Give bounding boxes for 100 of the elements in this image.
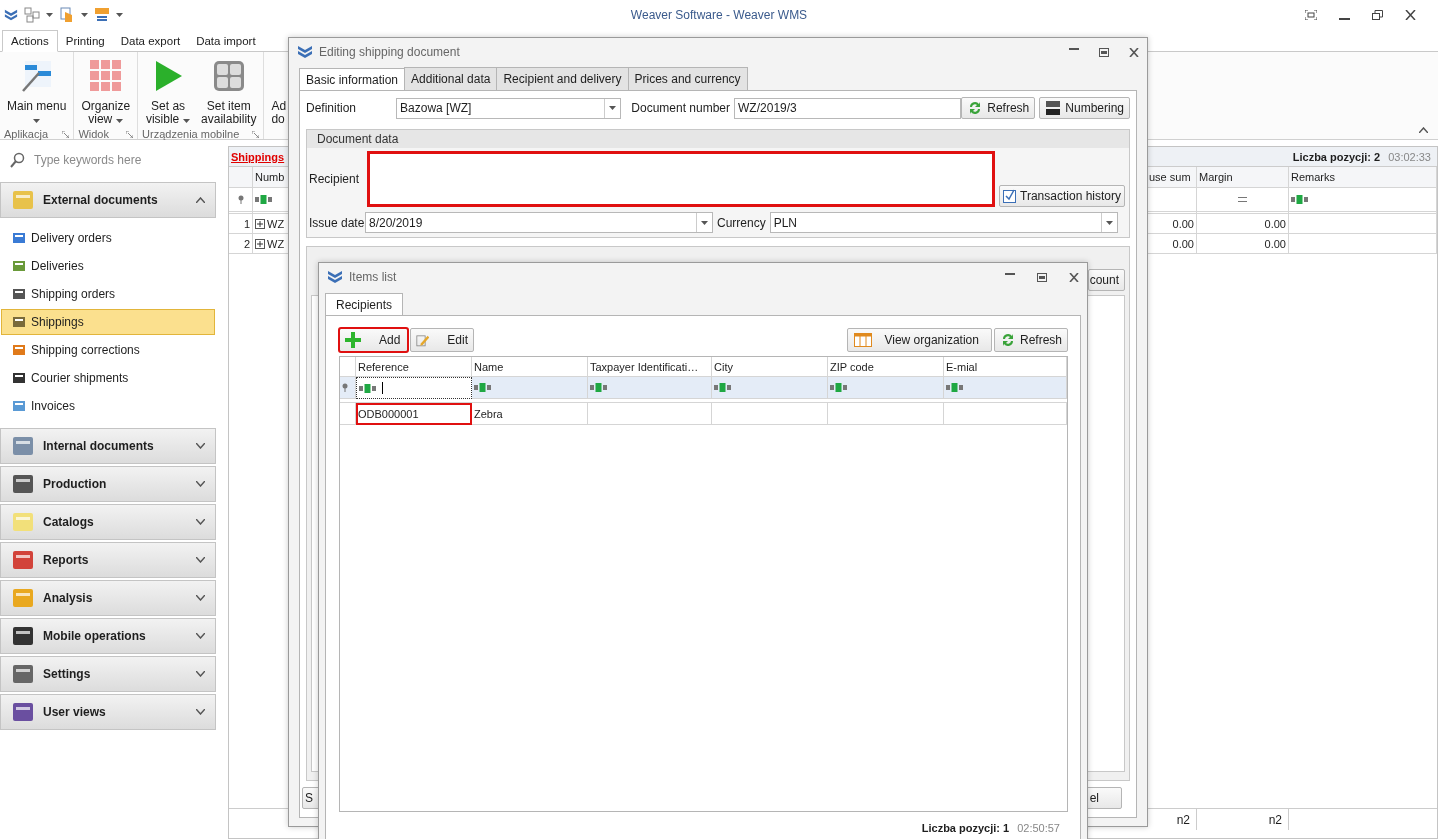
text-filter-icon bbox=[590, 383, 607, 392]
filter-cell[interactable] bbox=[828, 377, 944, 399]
toolbar-button[interactable]: count bbox=[1087, 269, 1125, 291]
ribbon-tab[interactable]: Printing bbox=[57, 31, 113, 51]
nav-group-header[interactable]: Production bbox=[0, 466, 216, 502]
grid-icon bbox=[89, 60, 122, 92]
text-cursor bbox=[382, 382, 383, 394]
dialog-tab[interactable]: Prices and currency bbox=[627, 67, 748, 90]
dialog-tab[interactable]: Additional data bbox=[404, 67, 498, 90]
chevron-down-icon[interactable] bbox=[196, 595, 205, 601]
folder-icon bbox=[11, 586, 35, 610]
issue-date-field[interactable]: 8/20/2019 bbox=[365, 212, 713, 233]
dialog-launcher-icon[interactable] bbox=[252, 130, 260, 138]
nav-group-header[interactable]: Mobile operations bbox=[0, 618, 216, 654]
dialog-tab[interactable]: Basic information bbox=[299, 68, 406, 91]
filter-field[interactable] bbox=[356, 377, 472, 399]
column-header[interactable]: Margin bbox=[1197, 167, 1289, 188]
nav-item[interactable]: Shippings bbox=[1, 309, 215, 335]
list-title-link[interactable]: Shippings bbox=[231, 150, 285, 163]
caret-icon bbox=[116, 119, 124, 123]
folder-icon bbox=[11, 510, 35, 534]
nav-group-header[interactable]: External documents bbox=[0, 182, 216, 218]
nav-group-header[interactable]: Reports bbox=[0, 542, 216, 578]
restore-icon[interactable] bbox=[1372, 10, 1383, 20]
chevron-down-icon[interactable] bbox=[196, 633, 205, 639]
text-filter-icon bbox=[714, 383, 731, 392]
search-field[interactable]: Type keywords here bbox=[32, 152, 202, 168]
restore-icon[interactable] bbox=[1099, 47, 1109, 57]
definition-combo[interactable]: Bazowa [WZ] bbox=[396, 97, 622, 119]
chevron-down-icon[interactable] bbox=[196, 481, 205, 487]
nav-group-header[interactable]: Catalogs bbox=[0, 504, 216, 540]
folder-icon bbox=[11, 624, 35, 648]
close-icon[interactable] bbox=[1069, 272, 1079, 282]
toolbar-button[interactable]: View organization bbox=[847, 328, 992, 352]
field-label: Issue date bbox=[309, 215, 365, 230]
caret-icon bbox=[1105, 220, 1113, 225]
folder-icon bbox=[11, 700, 35, 724]
minimize-icon[interactable] bbox=[1005, 272, 1015, 276]
document-number-field[interactable]: WZ/2019/3 bbox=[734, 97, 962, 119]
fullscreen-icon[interactable] bbox=[1305, 10, 1317, 20]
expand-icon[interactable] bbox=[255, 238, 265, 249]
dialog-tab[interactable]: Recipients bbox=[325, 293, 404, 316]
nav-item[interactable]: Shipping orders bbox=[1, 281, 215, 307]
ribbon-button[interactable]: Main menu bbox=[4, 56, 70, 128]
group-label: Widok bbox=[78, 128, 109, 140]
ribbon-button[interactable]: Set as visible bbox=[142, 56, 195, 128]
filter-cell[interactable] bbox=[1147, 188, 1197, 214]
nav-group-header[interactable]: Analysis bbox=[0, 580, 216, 616]
toolbar-button[interactable]: Refresh bbox=[993, 328, 1068, 352]
ribbon-button[interactable]: Ad do bbox=[268, 52, 290, 128]
collapse-ribbon-icon[interactable] bbox=[1419, 127, 1428, 133]
toolbar-button[interactable]: Refresh bbox=[961, 97, 1036, 119]
nav-item[interactable]: Shipping corrections bbox=[1, 337, 215, 363]
caret-icon bbox=[116, 13, 123, 17]
filter-cell[interactable] bbox=[1197, 188, 1289, 214]
nav-group-header[interactable]: Internal documents bbox=[0, 428, 216, 464]
column-header[interactable]: use sum bbox=[1147, 167, 1197, 188]
ribbon-button[interactable]: Set item availability bbox=[198, 56, 260, 128]
chevron-down-icon[interactable] bbox=[196, 671, 205, 677]
chevron-down-icon[interactable] bbox=[196, 443, 205, 449]
nav-item[interactable]: Deliveries bbox=[1, 253, 215, 279]
pin-icon bbox=[342, 383, 348, 392]
transaction-history-button[interactable]: Transaction history bbox=[999, 185, 1125, 207]
dialog-title: Items list bbox=[349, 270, 397, 284]
filter-cell[interactable] bbox=[1289, 188, 1437, 214]
recipient-field[interactable] bbox=[367, 151, 996, 207]
ribbon-tab[interactable]: Data export bbox=[112, 31, 189, 51]
chevrons-logo-icon bbox=[327, 269, 343, 285]
document-icon bbox=[12, 343, 26, 357]
spellcheck-icon[interactable] bbox=[94, 7, 110, 23]
nav-group-header[interactable]: User views bbox=[0, 694, 216, 730]
dialog-launcher-icon[interactable] bbox=[126, 130, 134, 138]
toolbar-button[interactable]: Numbering bbox=[1039, 97, 1130, 119]
ribbon-button[interactable]: Organize view bbox=[78, 56, 134, 128]
filter-cell[interactable] bbox=[712, 377, 828, 399]
nav-group-header[interactable]: Settings bbox=[0, 656, 216, 692]
nav-item[interactable]: Courier shipments bbox=[1, 365, 215, 391]
filter-cell[interactable] bbox=[472, 377, 588, 399]
filter-cell[interactable] bbox=[944, 377, 1067, 399]
chevron-up-icon[interactable] bbox=[196, 197, 205, 203]
ribbon-tab[interactable]: Data import bbox=[188, 31, 264, 51]
toolbar-button[interactable]: Edit bbox=[410, 328, 474, 352]
currency-field[interactable]: PLN bbox=[769, 212, 1118, 233]
ribbon-tab[interactable]: Actions bbox=[2, 30, 58, 52]
filter-cell[interactable] bbox=[588, 377, 712, 399]
close-icon[interactable] bbox=[1405, 10, 1416, 20]
expand-icon[interactable] bbox=[255, 218, 265, 229]
chevron-down-icon[interactable] bbox=[196, 709, 205, 715]
restore-icon[interactable] bbox=[1037, 272, 1047, 282]
close-icon[interactable] bbox=[1129, 47, 1139, 57]
chevron-down-icon[interactable] bbox=[196, 519, 205, 525]
nav-item[interactable]: Delivery orders bbox=[1, 225, 215, 251]
dialog-launcher-icon[interactable] bbox=[62, 130, 70, 138]
chevron-down-icon[interactable] bbox=[196, 557, 205, 563]
text-filter-icon bbox=[255, 195, 272, 204]
toolbar-button[interactable]: Add bbox=[339, 328, 408, 352]
dialog-tab[interactable]: Recipient and delivery bbox=[496, 67, 629, 90]
column-header[interactable]: Remarks bbox=[1289, 167, 1437, 188]
nav-item[interactable]: Invoices bbox=[1, 393, 215, 419]
numbering-icon bbox=[1045, 100, 1062, 116]
